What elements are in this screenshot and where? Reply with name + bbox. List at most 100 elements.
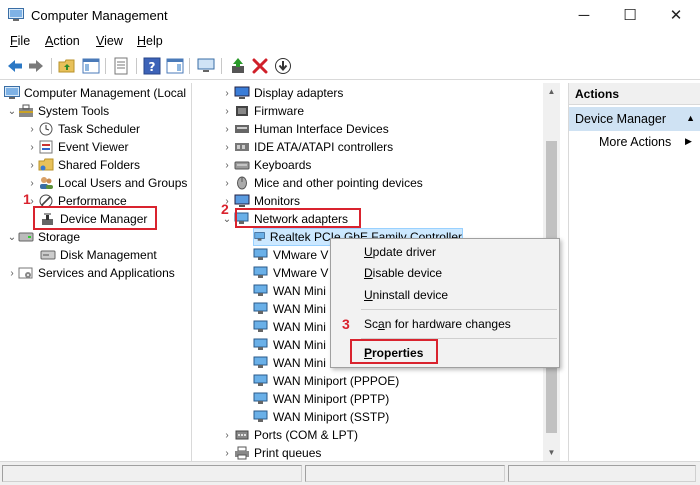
network-adapter-item[interactable]: WAN Mini bbox=[253, 282, 326, 300]
tree-item-local-users-and-groups[interactable]: › Local Users and Groups bbox=[26, 174, 187, 192]
network-adapter-item[interactable]: WAN Miniport (SSTP) bbox=[253, 408, 389, 426]
collapse-caret-icon[interactable]: ▲ bbox=[686, 113, 695, 123]
menu-item-uninstall-device[interactable]: Uninstall device bbox=[364, 285, 448, 305]
network-adapter-icon bbox=[253, 320, 268, 332]
collapse-arrow-icon[interactable]: › bbox=[220, 88, 234, 99]
help-icon[interactable]: ? bbox=[143, 57, 161, 75]
network-adapter-icon bbox=[254, 232, 265, 241]
network-adapter-icon bbox=[253, 392, 268, 404]
maximize-button[interactable]: ☐ bbox=[607, 0, 653, 30]
network-adapter-item[interactable]: VMware V bbox=[253, 264, 328, 282]
tree-item-task-scheduler[interactable]: › Task Scheduler bbox=[26, 120, 140, 138]
network-adapter-icon bbox=[253, 302, 268, 314]
device-category-human-interface-devices[interactable]: › Human Interface Devices bbox=[220, 120, 388, 138]
collapse-arrow-icon[interactable]: › bbox=[6, 268, 18, 279]
collapse-arrow-icon[interactable]: › bbox=[220, 430, 234, 441]
show-hide-console-tree-icon[interactable] bbox=[82, 57, 100, 75]
collapse-arrow-icon[interactable]: › bbox=[220, 160, 234, 171]
tree-item-disk-management[interactable]: Disk Management bbox=[40, 246, 157, 264]
network-adapter-item[interactable]: WAN Mini bbox=[253, 300, 326, 318]
firmware-icon bbox=[236, 106, 248, 116]
device-manager-highlight bbox=[33, 206, 157, 230]
svg-text:?: ? bbox=[149, 60, 156, 74]
properties-highlight bbox=[350, 339, 438, 364]
device-category-mice[interactable]: › Mice and other pointing devices bbox=[220, 174, 422, 192]
status-bar bbox=[0, 461, 700, 485]
status-segment bbox=[2, 465, 302, 482]
network-adapter-item[interactable]: WAN Mini bbox=[253, 336, 326, 354]
close-button[interactable]: ✕ bbox=[653, 0, 699, 30]
actions-header: Actions bbox=[569, 83, 700, 105]
clock-icon bbox=[39, 122, 53, 136]
menu-help[interactable]: Help bbox=[137, 34, 163, 48]
device-category-display-adapters[interactable]: › Display adapters bbox=[220, 84, 343, 102]
device-category-print-queues[interactable]: › Print queues bbox=[220, 444, 321, 461]
network-adapter-item[interactable]: WAN Mini bbox=[253, 354, 326, 372]
device-category-ports[interactable]: › Ports (COM & LPT) bbox=[220, 426, 358, 444]
menu-file[interactable]: File bbox=[10, 34, 30, 48]
network-adapter-item[interactable]: WAN Mini bbox=[253, 318, 326, 336]
expand-arrow-icon[interactable]: ⌄ bbox=[6, 106, 18, 117]
submenu-arrow-icon: ▶ bbox=[685, 136, 692, 146]
actions-section-device-manager[interactable]: Device Manager ▲ bbox=[569, 107, 700, 131]
disk-management-icon bbox=[40, 250, 56, 260]
toolbar-separator bbox=[136, 58, 137, 74]
console-tree: Computer Management (Local ⌄ System Tool… bbox=[0, 83, 192, 461]
scroll-down-arrow-icon[interactable]: ▼ bbox=[543, 444, 560, 461]
collapse-arrow-icon[interactable]: › bbox=[220, 124, 234, 135]
menu-item-disable-device[interactable]: Disable device bbox=[364, 263, 442, 283]
storage-icon bbox=[18, 232, 34, 242]
shared-folder-icon bbox=[38, 158, 54, 171]
computer-management-icon bbox=[4, 86, 20, 99]
update-driver-icon[interactable] bbox=[229, 57, 247, 75]
scroll-up-arrow-icon[interactable]: ▲ bbox=[543, 83, 560, 100]
status-segment bbox=[305, 465, 505, 482]
network-adapter-icon bbox=[253, 248, 268, 260]
collapse-arrow-icon[interactable]: › bbox=[26, 178, 38, 189]
network-adapter-item[interactable]: WAN Miniport (PPPOE) bbox=[253, 372, 399, 390]
toolbar-separator bbox=[105, 58, 106, 74]
menu-item-scan-for-hardware-changes[interactable]: Sc a n for hardware changes bbox=[364, 314, 511, 334]
collapse-arrow-icon[interactable]: › bbox=[26, 160, 38, 171]
menu-item-update-driver[interactable]: Update driver bbox=[364, 242, 436, 262]
tree-item-computer-management[interactable]: Computer Management (Local bbox=[4, 84, 186, 102]
users-icon bbox=[40, 177, 53, 189]
device-category-firmware[interactable]: › Firmware bbox=[220, 102, 304, 120]
tree-item-services-and-applications[interactable]: › Services and Applications bbox=[6, 264, 174, 282]
properties-sheet-icon[interactable] bbox=[112, 57, 130, 75]
collapse-arrow-icon[interactable]: › bbox=[26, 142, 38, 153]
computer-management-icon bbox=[8, 8, 24, 21]
step-1-annotation: 1 bbox=[23, 191, 31, 207]
uninstall-device-icon[interactable] bbox=[251, 57, 269, 75]
device-category-ide-controllers[interactable]: › IDE ATA/ATAPI controllers bbox=[220, 138, 393, 156]
menu-view[interactable]: View bbox=[96, 34, 123, 48]
mouse-icon bbox=[237, 176, 247, 190]
expand-arrow-icon[interactable]: ⌄ bbox=[6, 232, 18, 243]
collapse-arrow-icon[interactable]: › bbox=[220, 448, 234, 459]
monitor-icon[interactable] bbox=[197, 57, 215, 75]
menu-separator bbox=[361, 309, 557, 310]
network-adapter-item[interactable]: WAN Miniport (PPTP) bbox=[253, 390, 389, 408]
collapse-arrow-icon[interactable]: › bbox=[220, 178, 234, 189]
event-viewer-icon bbox=[39, 140, 53, 154]
enable-device-icon[interactable] bbox=[274, 57, 292, 75]
device-category-keyboards[interactable]: › Keyboards bbox=[220, 156, 311, 174]
network-adapter-item[interactable]: VMware V bbox=[253, 246, 328, 264]
tree-item-shared-folders[interactable]: › Shared Folders bbox=[26, 156, 140, 174]
collapse-arrow-icon[interactable]: › bbox=[220, 142, 234, 153]
step-3-annotation: 3 bbox=[342, 316, 350, 332]
menu-action[interactable]: Action bbox=[45, 34, 80, 48]
up-folder-icon[interactable] bbox=[58, 57, 76, 75]
back-arrow-icon[interactable] bbox=[6, 57, 24, 75]
collapse-arrow-icon[interactable]: › bbox=[26, 124, 38, 135]
forward-arrow-icon[interactable] bbox=[27, 57, 45, 75]
more-actions-link[interactable]: More Actions bbox=[599, 135, 671, 149]
tree-item-event-viewer[interactable]: › Event Viewer bbox=[26, 138, 128, 156]
monitor-icon bbox=[234, 194, 250, 207]
port-icon bbox=[235, 430, 249, 440]
tree-item-system-tools[interactable]: ⌄ System Tools bbox=[6, 102, 109, 120]
tree-item-storage[interactable]: ⌄ Storage bbox=[6, 228, 80, 246]
collapse-arrow-icon[interactable]: › bbox=[220, 106, 234, 117]
minimize-button[interactable]: ─ bbox=[561, 0, 607, 30]
show-action-pane-icon[interactable] bbox=[166, 57, 184, 75]
